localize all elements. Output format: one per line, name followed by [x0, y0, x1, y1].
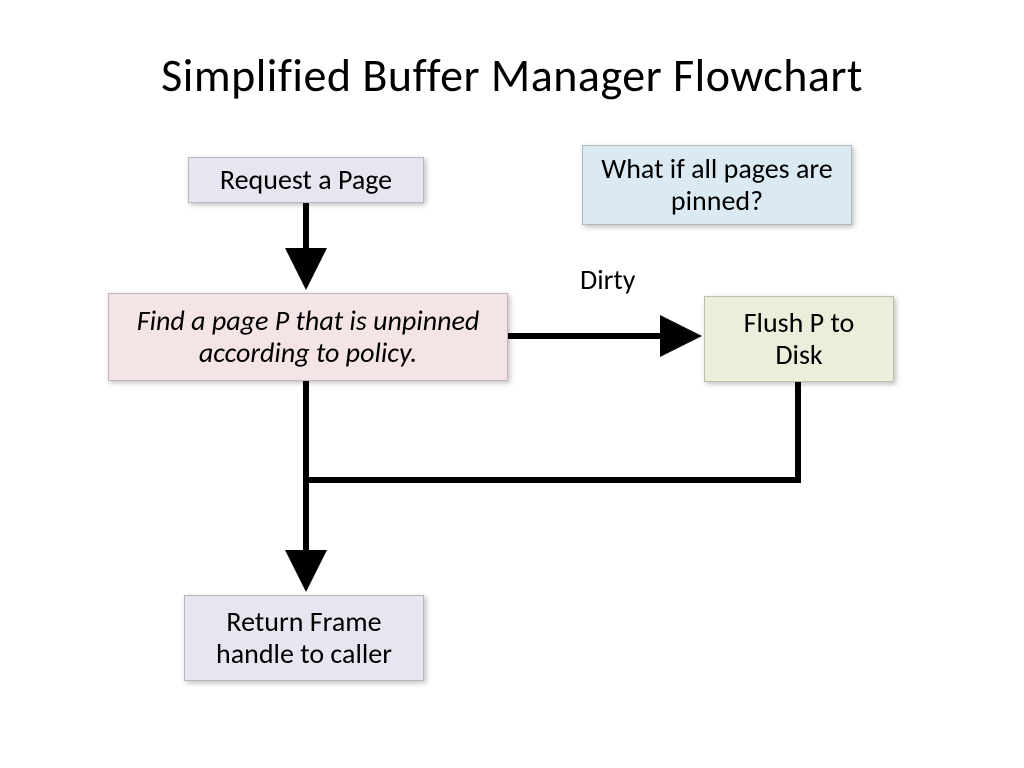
slide-title: Simplified Buffer Manager Flowchart — [0, 48, 1024, 104]
arrow-flush-to-join — [306, 382, 798, 480]
node-find-unpinned: Find a page P that is unpinned according… — [108, 293, 508, 381]
callout-all-pinned: What if all pages are pinned? — [582, 145, 852, 225]
connectors — [0, 0, 1024, 768]
node-request-page: Request a Page — [188, 157, 424, 203]
edge-label-dirty: Dirty — [580, 262, 635, 297]
slide: Simplified Buffer Manager Flowchart Requ… — [0, 0, 1024, 768]
node-return-handle: Return Frame handle to caller — [184, 595, 424, 681]
node-flush-disk: Flush P to Disk — [704, 296, 894, 382]
